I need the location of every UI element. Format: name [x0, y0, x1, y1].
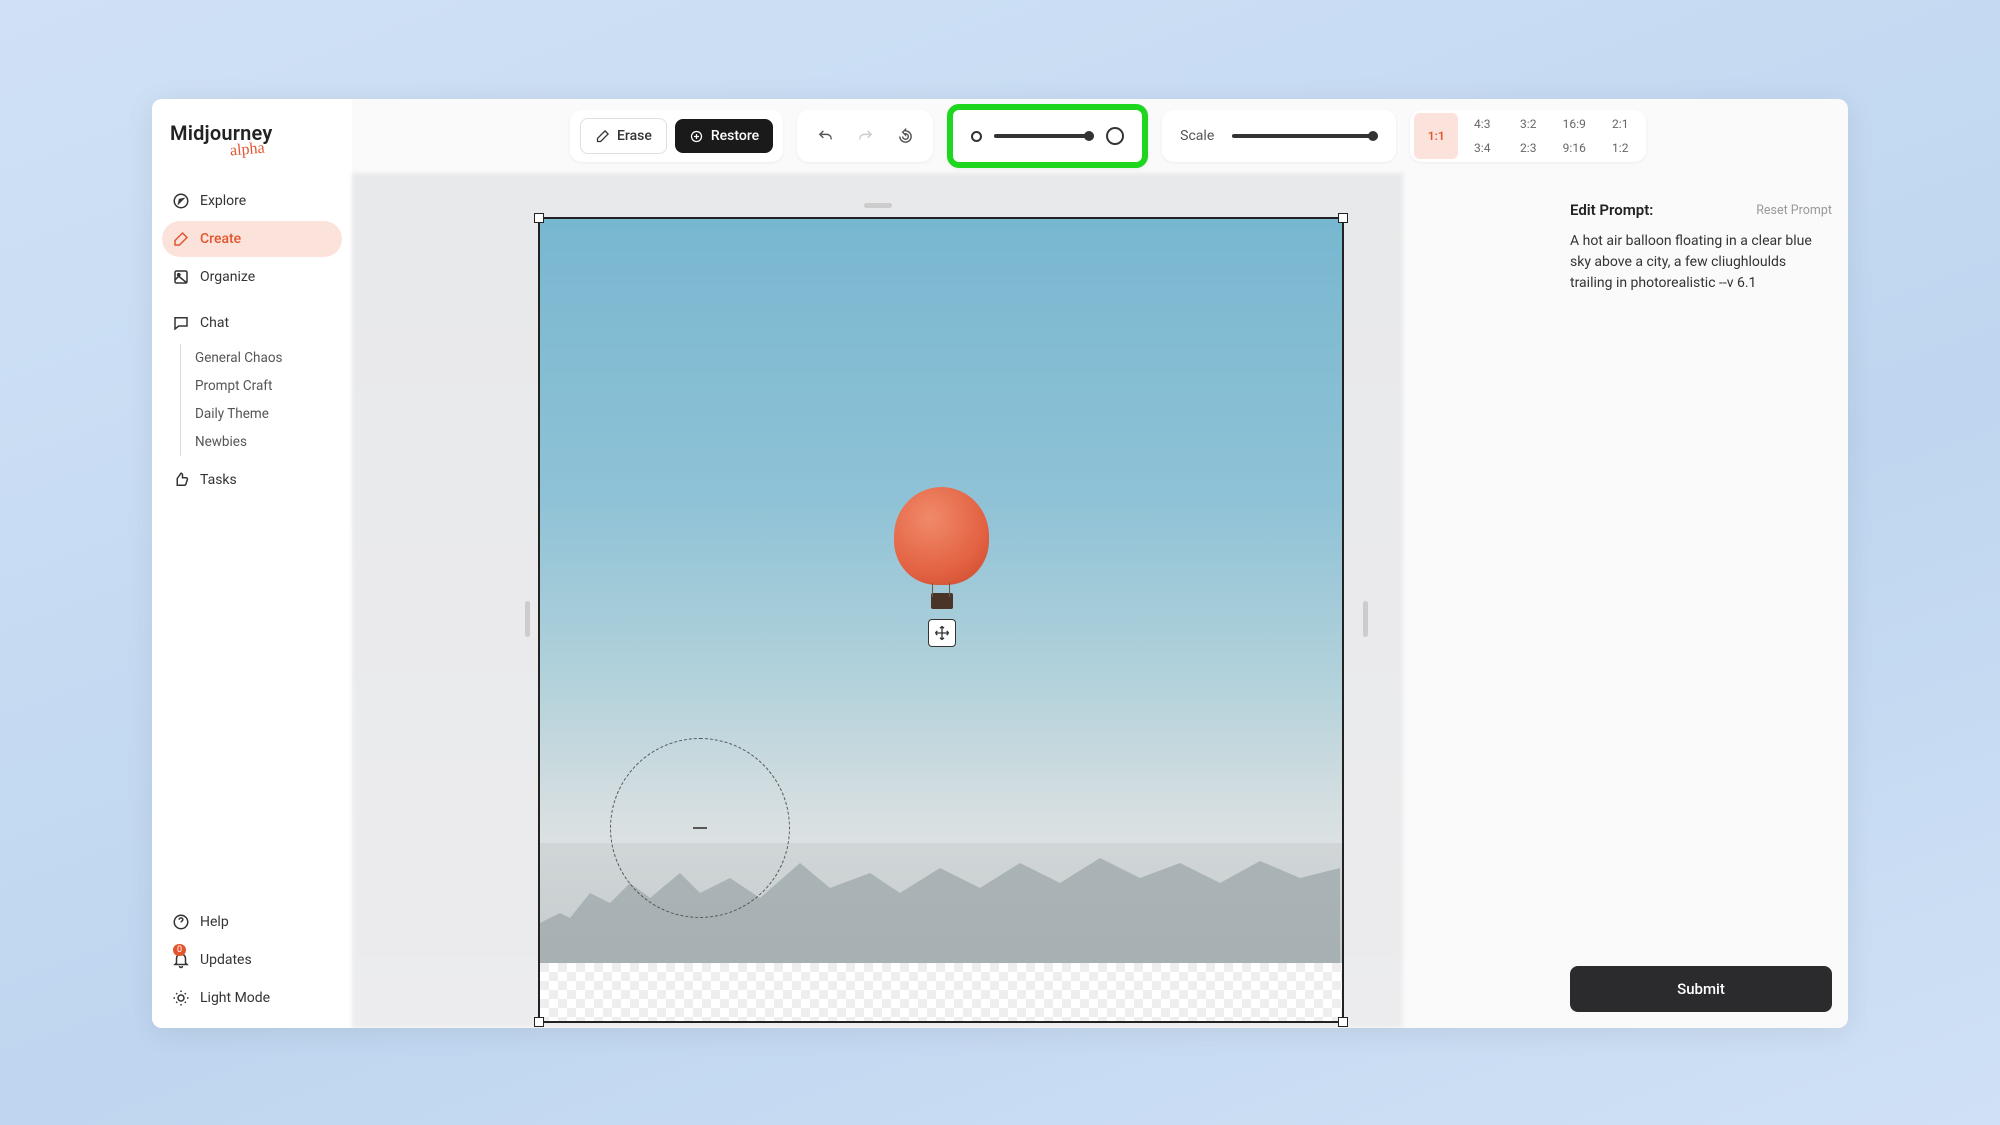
prompt-text[interactable]: A hot air balloon floating in a clear bl… [1570, 231, 1832, 294]
canvas-image[interactable] [540, 219, 1342, 1021]
ratio-cell[interactable]: 2:3 [1506, 137, 1550, 159]
reset-prompt-button[interactable]: Reset Prompt [1756, 203, 1832, 218]
ratio-1-1[interactable]: 1:1 [1414, 113, 1458, 159]
redo-button[interactable] [847, 118, 883, 154]
ratio-cell[interactable]: 16:9 [1552, 113, 1596, 135]
erase-button[interactable]: Erase [580, 118, 667, 154]
resize-handle-tr[interactable] [1338, 213, 1348, 223]
chat-icon [172, 314, 190, 332]
sidebar-item-updates[interactable]: 0 Updates [162, 942, 342, 978]
sidebar: Midjourney alpha Explore Create Organize… [152, 99, 352, 1028]
scale-label: Scale [1180, 128, 1214, 144]
canvas-area [352, 173, 1403, 1028]
undo-icon [817, 128, 834, 145]
left-drag-handle[interactable] [525, 601, 530, 637]
submit-button[interactable]: Submit [1570, 966, 1832, 1012]
brush-large-icon [1106, 127, 1124, 145]
chat-sub[interactable]: Newbies [181, 428, 342, 456]
sidebar-item-explore[interactable]: Explore [162, 183, 342, 219]
restore-button[interactable]: Restore [675, 119, 773, 153]
brush-size-control[interactable] [947, 104, 1148, 168]
undo-button[interactable] [807, 118, 843, 154]
chat-sub[interactable]: Daily Theme [181, 400, 342, 428]
sidebar-item-tasks[interactable]: Tasks [162, 462, 342, 498]
move-handle[interactable] [928, 619, 956, 647]
redo-icon [857, 128, 874, 145]
ratio-cell[interactable]: 3:2 [1506, 113, 1550, 135]
sidebar-item-chat[interactable]: Chat [162, 305, 342, 341]
balloon-image [894, 487, 989, 637]
brush-slider[interactable] [994, 134, 1094, 138]
top-toolbar: Erase Restore Scale [352, 109, 1848, 163]
resize-handle-bl[interactable] [534, 1017, 544, 1027]
nav-label: Updates [200, 952, 252, 968]
updates-badge: 0 [173, 944, 186, 956]
chat-sub[interactable]: Prompt Craft [181, 372, 342, 400]
brush-icon [172, 230, 190, 248]
ratio-cell[interactable]: 4:3 [1460, 113, 1504, 135]
top-drag-handle[interactable] [864, 203, 892, 208]
nav-label: Light Mode [200, 990, 270, 1006]
chat-sub[interactable]: General Chaos [181, 344, 342, 372]
edit-prompt-title: Edit Prompt: [1570, 201, 1653, 219]
logo: Midjourney alpha [162, 121, 342, 183]
help-icon [172, 913, 190, 931]
edit-prompt-header: Edit Prompt: Reset Prompt [1570, 201, 1832, 219]
nav-label: Organize [200, 269, 255, 285]
move-icon [934, 625, 950, 641]
reset-button[interactable] [887, 118, 923, 154]
right-drag-handle[interactable] [1363, 601, 1368, 637]
ratio-cell[interactable]: 2:1 [1598, 113, 1642, 135]
app-window: Midjourney alpha Explore Create Organize… [152, 99, 1848, 1028]
sidebar-item-light-mode[interactable]: Light Mode [162, 980, 342, 1016]
scale-control: Scale [1162, 110, 1396, 162]
chat-group: Chat General Chaos Prompt Craft Daily Th… [162, 305, 342, 456]
nav-label: Tasks [200, 472, 237, 488]
aspect-ratio-group: 1:1 4:3 3:2 16:9 2:1 3:4 2:3 9:16 1:2 [1410, 110, 1646, 162]
sun-icon [172, 989, 190, 1007]
erase-restore-group: Erase Restore [570, 110, 783, 162]
right-panel: Edit Prompt: Reset Prompt A hot air ball… [1548, 173, 1848, 1028]
image-icon [172, 268, 190, 286]
sidebar-item-organize[interactable]: Organize [162, 259, 342, 295]
resize-handle-br[interactable] [1338, 1017, 1348, 1027]
resize-handle-tl[interactable] [534, 213, 544, 223]
nav-label: Create [200, 231, 241, 247]
slider-thumb[interactable] [1084, 131, 1094, 141]
reset-icon [897, 128, 914, 145]
restore-icon [689, 129, 704, 144]
brush-small-icon [971, 131, 982, 142]
brush-cursor[interactable] [610, 738, 790, 918]
minus-icon [693, 827, 707, 829]
eraser-icon [595, 129, 610, 144]
history-group [797, 110, 933, 162]
ratio-cell[interactable]: 9:16 [1552, 137, 1596, 159]
sidebar-item-create[interactable]: Create [162, 221, 342, 257]
chat-sublist: General Chaos Prompt Craft Daily Theme N… [180, 344, 342, 456]
sidebar-item-help[interactable]: Help [162, 904, 342, 940]
nav-label: Chat [200, 315, 229, 331]
btn-label: Restore [711, 128, 759, 144]
scale-slider[interactable] [1232, 134, 1378, 138]
nav-label: Help [200, 914, 229, 930]
thumbs-up-icon [172, 471, 190, 489]
nav-label: Explore [200, 193, 246, 209]
transparent-region [540, 963, 1342, 1021]
slider-thumb[interactable] [1368, 131, 1378, 141]
logo-alpha: alpha [229, 140, 265, 161]
ratio-cell[interactable]: 3:4 [1460, 137, 1504, 159]
ratio-cell[interactable]: 1:2 [1598, 137, 1642, 159]
canvas-frame[interactable] [538, 217, 1344, 1023]
compass-icon [172, 192, 190, 210]
btn-label: Erase [617, 128, 652, 144]
